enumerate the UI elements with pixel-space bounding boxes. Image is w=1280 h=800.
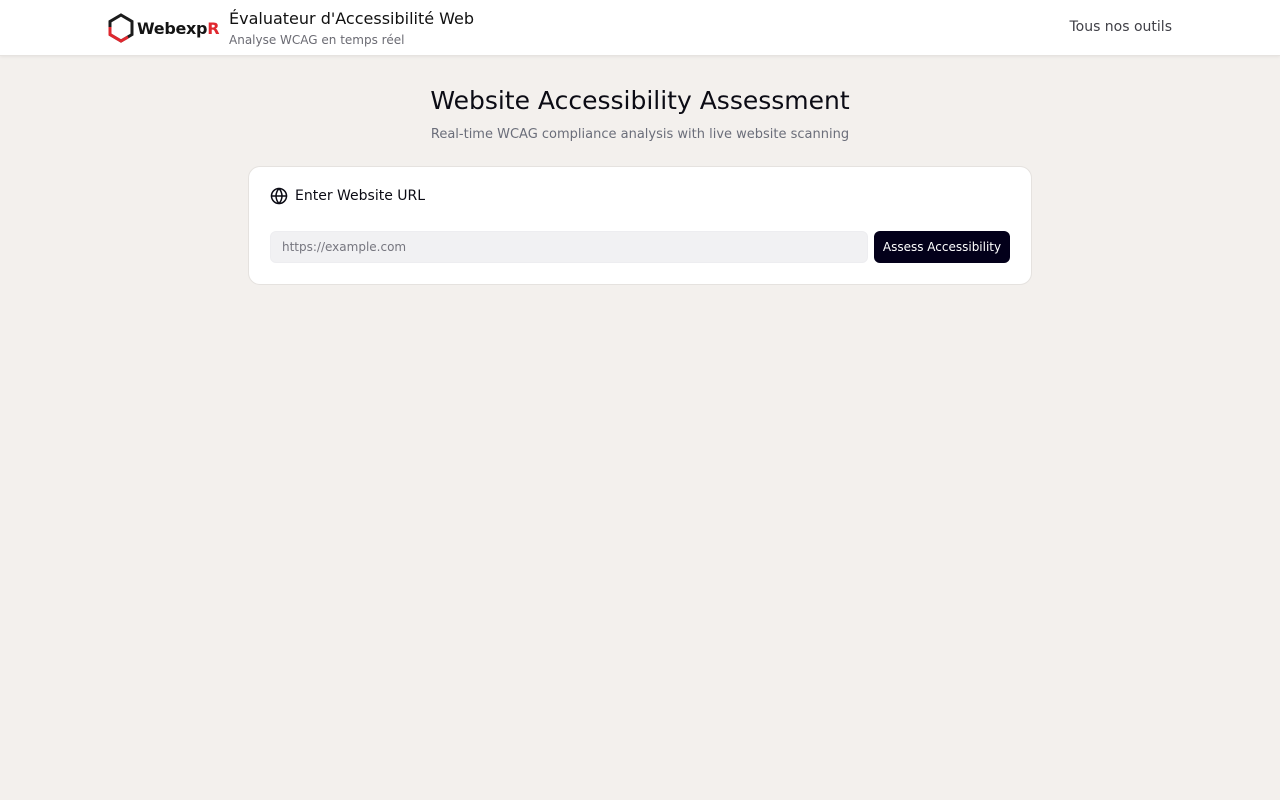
app-title: Évaluateur d'Accessibilité Web [229,9,475,28]
brand-name-main: Webexp [137,18,208,38]
all-tools-link[interactable]: Tous nos outils [1069,19,1172,35]
app-titles: Évaluateur d'Accessibilité Web Analyse W… [229,9,474,48]
page-title: Website Accessibility Assessment [430,86,850,115]
brand-logo[interactable]: WebexpR [108,13,220,43]
brand-wordmark: WebexpR [137,18,220,38]
globe-icon [270,187,288,205]
card-title: Enter Website URL [295,188,426,204]
hexagon-logo-icon [108,13,134,43]
top-bar: WebexpR Évaluateur d'Accessibilité Web A… [0,0,1280,56]
url-card: Enter Website URL Assess Accessibility [248,166,1032,285]
card-header: Enter Website URL [270,187,425,205]
brand-name-accent: R [207,18,220,38]
assess-accessibility-button[interactable]: Assess Accessibility [874,231,1010,263]
page-subtitle: Real-time WCAG compliance analysis with … [430,127,850,142]
app-subtitle: Analyse WCAG en temps réel [229,33,405,47]
url-input[interactable] [270,231,868,263]
